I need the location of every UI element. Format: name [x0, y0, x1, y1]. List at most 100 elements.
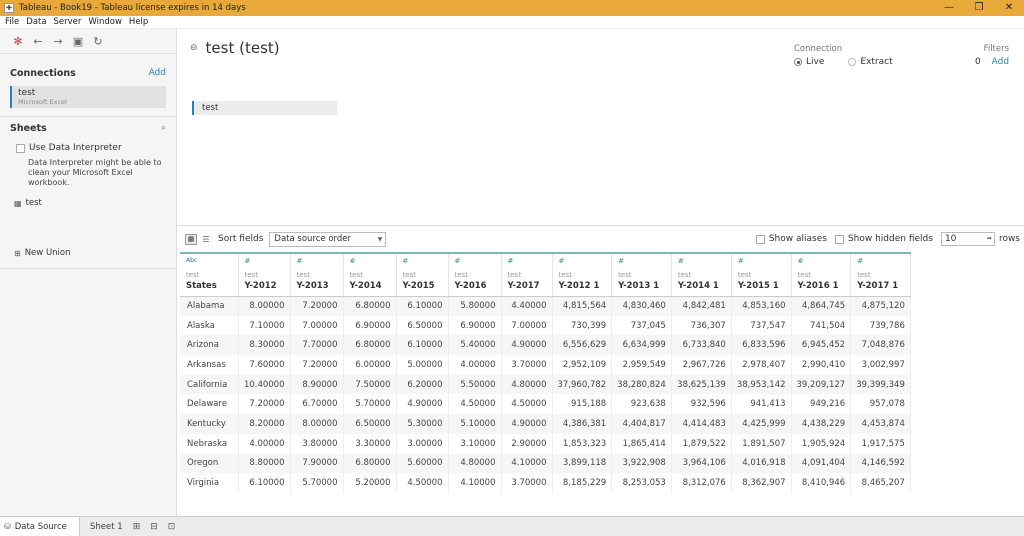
menu-server[interactable]: Server	[54, 17, 82, 27]
number-type-icon[interactable]: #	[857, 257, 905, 268]
number-type-icon[interactable]: #	[297, 257, 338, 268]
column-header[interactable]: # test Y-2014 1	[671, 252, 732, 297]
value-cell: 6,634,999	[611, 335, 672, 356]
number-type-icon[interactable]: #	[738, 257, 786, 268]
column-header[interactable]: # test Y-2017 1	[850, 252, 911, 297]
value-cell: 949,216	[791, 394, 852, 415]
state-cell: Alabama	[180, 296, 239, 316]
show-aliases-checkbox[interactable]	[755, 234, 765, 244]
column-header[interactable]: # test Y-2012	[238, 252, 291, 297]
number-type-icon[interactable]: #	[798, 257, 846, 268]
column-header[interactable]: # test Y-2014	[343, 252, 397, 297]
value-cell: 1,879,522	[671, 433, 732, 454]
use-data-interpreter-checkbox[interactable]	[16, 143, 25, 153]
page-title[interactable]: test (test)	[206, 39, 280, 57]
window-title: Tableau - Book19 - Tableau license expir…	[19, 3, 246, 13]
value-cell: 4,864,745	[791, 296, 852, 316]
rows-count-input[interactable]: 10 ➡	[940, 232, 995, 246]
back-arrow-icon[interactable]: ←	[28, 35, 48, 48]
new-union-item[interactable]: ⊞ New Union	[0, 248, 176, 269]
new-worksheet-icon[interactable]: ⊞	[133, 522, 141, 532]
value-cell: 8.00000	[238, 296, 291, 316]
tab-data-source[interactable]: ⛁ Data Source	[0, 517, 80, 536]
column-name: Y-2014	[349, 281, 382, 291]
value-cell: 4.80000	[501, 374, 553, 395]
table-row: California 10.40000 8.90000 7.50000 6.20000 5…	[180, 374, 911, 395]
state-cell: Arkansas	[180, 355, 239, 375]
column-header[interactable]: # test Y-2016 1	[791, 252, 852, 297]
number-type-icon[interactable]: #	[245, 257, 285, 268]
sheets-header: Sheets ⌕	[0, 123, 176, 134]
value-cell: 739,786	[850, 315, 911, 336]
value-cell: 4,815,564	[552, 296, 613, 316]
close-icon[interactable]: ✕	[994, 0, 1024, 16]
value-cell: 4,875,120	[850, 296, 911, 316]
save-icon[interactable]: ▣	[68, 35, 88, 48]
menu-file[interactable]: File	[5, 17, 19, 27]
column-header[interactable]: Abc test States	[180, 252, 239, 297]
value-cell: 2.90000	[501, 433, 553, 454]
tableau-app-icon: ✚	[4, 3, 14, 13]
list-view-icon[interactable]: ☰	[200, 234, 212, 245]
number-type-icon[interactable]: #	[455, 257, 496, 268]
column-header[interactable]: # test Y-2015	[396, 252, 449, 297]
use-data-interpreter[interactable]: Use Data Interpreter	[0, 143, 176, 153]
connections-header: Connections Add	[0, 68, 176, 79]
menu-window[interactable]: Window	[88, 17, 122, 27]
sort-fields-select[interactable]: Data source order ▼	[269, 231, 387, 247]
value-cell: 3.80000	[290, 433, 344, 454]
add-filter-link[interactable]: Add	[992, 57, 1009, 67]
live-radio[interactable]	[794, 58, 802, 66]
extract-label: Extract	[860, 57, 893, 67]
column-header[interactable]: # test Y-2015 1	[731, 252, 792, 297]
value-cell: 4.40000	[501, 296, 553, 316]
column-header[interactable]: # test Y-2012 1	[552, 252, 613, 297]
tableau-logo-icon[interactable]: ✻	[8, 35, 28, 48]
show-hidden-fields-checkbox[interactable]	[834, 234, 844, 244]
maximize-icon[interactable]: ❐	[964, 0, 994, 16]
state-cell: Oregon	[180, 453, 239, 474]
column-header[interactable]: # test Y-2013 1	[611, 252, 672, 297]
number-type-icon[interactable]: #	[559, 257, 607, 268]
value-cell: 4,404,817	[611, 414, 672, 434]
search-icon[interactable]: ⌕	[162, 123, 166, 134]
refresh-icon[interactable]: ↻	[88, 35, 108, 48]
value-cell: 4,386,381	[552, 414, 613, 434]
number-type-icon[interactable]: #	[350, 257, 391, 268]
new-dashboard-icon[interactable]: ⊟	[150, 522, 158, 532]
data-source-title[interactable]: ⊖ test (test)	[190, 39, 280, 57]
toolbar: ✻ ← → ▣ ↻	[0, 29, 176, 54]
state-cell: Virginia	[180, 473, 239, 493]
extract-radio[interactable]	[848, 58, 857, 66]
rows-arrow-icon: ➡	[986, 235, 992, 242]
sheet-item-test[interactable]: ▦ test	[0, 198, 176, 208]
column-header[interactable]: # test Y-2013	[290, 252, 344, 297]
number-type-icon[interactable]: #	[618, 257, 666, 268]
number-type-icon[interactable]: #	[678, 257, 726, 268]
forward-arrow-icon[interactable]: →	[48, 35, 68, 48]
value-cell: 737,547	[731, 315, 792, 336]
column-source: test	[186, 271, 200, 279]
add-connection-link[interactable]: Add	[149, 68, 166, 79]
data-source-icon: ⛁	[4, 522, 11, 531]
number-type-icon[interactable]: #	[508, 257, 547, 268]
minimize-icon[interactable]: —	[934, 0, 964, 16]
value-cell: 8,465,207	[850, 473, 911, 493]
tab-sheet-1[interactable]: Sheet 1	[90, 522, 123, 532]
column-name: Y-2017	[507, 281, 540, 291]
live-option[interactable]: Live	[794, 57, 824, 67]
column-name: Y-2015	[402, 281, 435, 291]
canvas-table-pill[interactable]: test	[192, 101, 337, 115]
menu-help[interactable]: Help	[129, 17, 148, 27]
state-cell: Nebraska	[180, 433, 239, 454]
column-header[interactable]: # test Y-2017	[501, 252, 553, 297]
menu-data[interactable]: Data	[26, 17, 46, 27]
column-header[interactable]: # test Y-2016	[448, 252, 502, 297]
extract-option[interactable]: Extract	[848, 57, 893, 67]
connection-item[interactable]: test Microsoft Excel	[10, 86, 166, 108]
new-story-icon[interactable]: ⊡	[168, 522, 176, 532]
string-type-icon[interactable]: Abc	[186, 257, 233, 268]
grid-view-icon[interactable]: ▦	[185, 233, 197, 245]
value-cell: 941,413	[731, 394, 792, 415]
number-type-icon[interactable]: #	[403, 257, 443, 268]
